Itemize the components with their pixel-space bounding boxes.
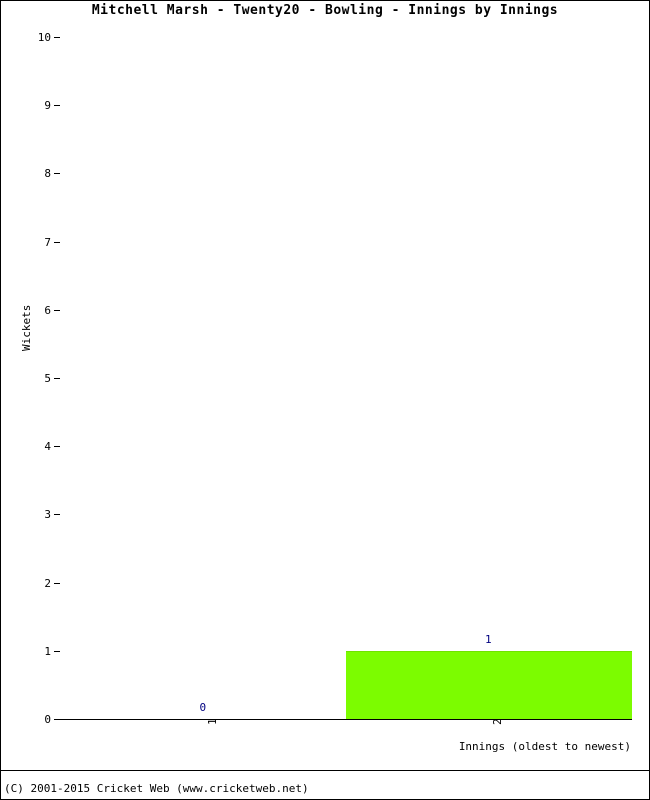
page-title: Mitchell Marsh - Twenty20 - Bowling - In… bbox=[91, 3, 559, 18]
x-axis-title: Innings (oldest to newest) bbox=[458, 740, 631, 753]
y-axis-tick-label: 1 bbox=[44, 645, 51, 658]
plot-area bbox=[60, 37, 632, 719]
y-axis-tick-label: 8 bbox=[44, 167, 51, 180]
bar-top-edge bbox=[346, 651, 632, 652]
y-axis-tick-label: 10 bbox=[37, 31, 51, 44]
bar-value-label: 1 bbox=[484, 632, 492, 646]
y-axis-tick-label: 5 bbox=[44, 372, 51, 385]
y-axis-tick-label: 3 bbox=[44, 508, 51, 521]
x-axis-line bbox=[60, 719, 632, 720]
copyright-notice: (C) 2001-2015 Cricket Web (www.cricketwe… bbox=[4, 782, 309, 795]
bowling-innings-chart: Mitchell Marsh - Twenty20 - Bowling - In… bbox=[0, 0, 650, 800]
y-axis-tick-label: 2 bbox=[44, 577, 51, 590]
bar bbox=[346, 651, 632, 719]
y-axis-tick-label: 4 bbox=[44, 440, 51, 453]
x-axis-tick-label: 1 bbox=[205, 718, 219, 725]
bar-value-label: 0 bbox=[199, 701, 207, 714]
footer-divider bbox=[1, 770, 649, 771]
y-axis-tick-label: 7 bbox=[44, 236, 51, 249]
x-axis-tick-label: 2 bbox=[491, 718, 505, 725]
y-axis-tick-label: 0 bbox=[44, 713, 51, 726]
y-axis-title: Wickets bbox=[20, 304, 33, 351]
y-axis-tick-label: 9 bbox=[44, 99, 51, 112]
